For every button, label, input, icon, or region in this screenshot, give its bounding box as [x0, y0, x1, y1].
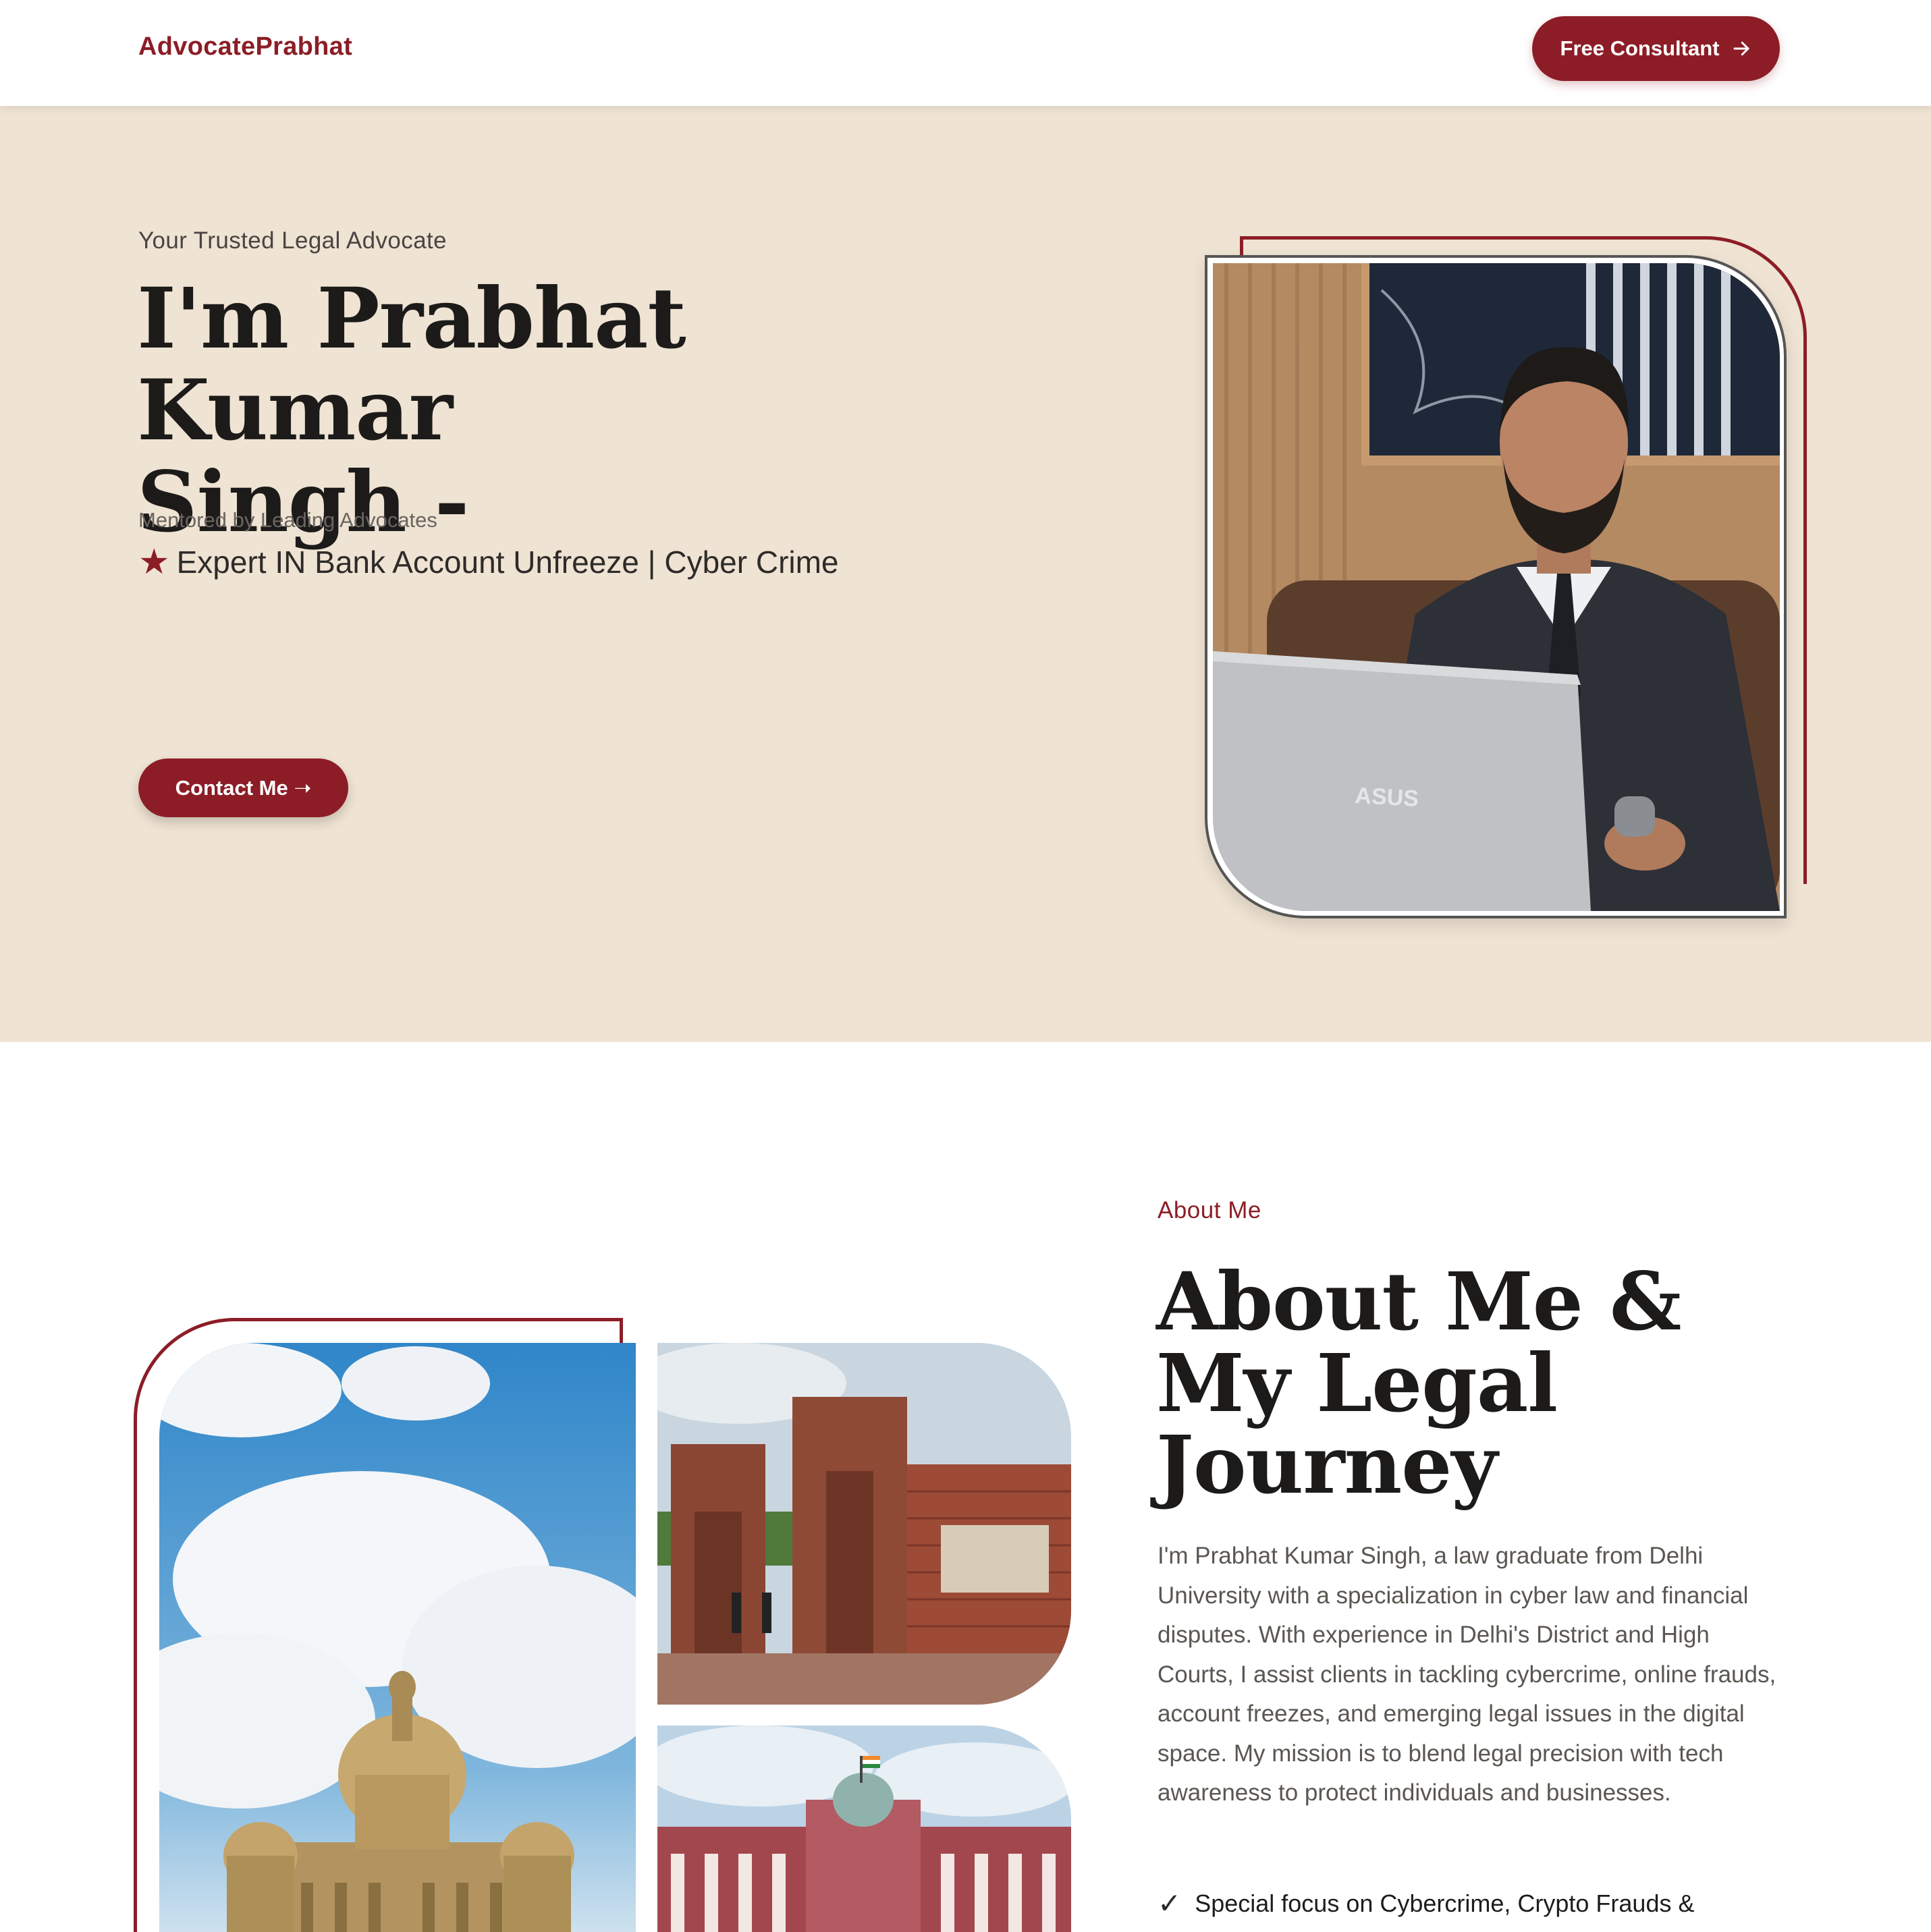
- court-building-photo: [657, 1726, 1071, 1932]
- about-feature-text: Special focus on Cybercrime, Crypto Frau…: [1195, 1889, 1695, 1917]
- about-eyebrow: About Me: [1158, 1197, 1261, 1223]
- arrow-right-icon: [1733, 41, 1749, 56]
- about-description: I'm Prabhat Kumar Singh, a law graduate …: [1158, 1543, 1776, 1806]
- hero-eyebrow: Your Trusted Legal Advocate: [138, 227, 447, 254]
- hero-title-line2: Singh -: [137, 453, 469, 551]
- hero-title: I'm Prabhat Kumar Singh -: [137, 273, 1014, 549]
- site-logo[interactable]: AdvocatePrabhat: [138, 32, 352, 61]
- legislature-building-photo: [159, 1343, 636, 1932]
- site-header: AdvocatePrabhat Free Consultant: [0, 0, 1931, 106]
- expertise-text: Expert IN Bank Account Unfreeze | Cyber …: [176, 545, 839, 580]
- about-title: About Me & My Legal Journey: [1156, 1261, 1764, 1506]
- contact-me-button[interactable]: Contact Me ➝: [138, 758, 348, 817]
- about-title-line2: My Legal: [1156, 1336, 1558, 1430]
- about-feature-item: ✓ Special focus on Cybercrime, Crypto Fr…: [1158, 1889, 1695, 1918]
- star-icon: ★: [138, 543, 170, 582]
- svg-text:ASUS: ASUS: [1355, 783, 1419, 812]
- checkmark-icon: ✓: [1158, 1887, 1182, 1919]
- mentored-text: Mentored by Leading Advocates: [138, 508, 437, 532]
- free-consultant-label: Free Consultant: [1560, 36, 1720, 60]
- about-title-line1: About Me &: [1156, 1254, 1681, 1348]
- expertise-line: ★ Expert IN Bank Account Unfreeze | Cybe…: [138, 544, 839, 580]
- hero-title-line1: I'm Prabhat Kumar: [137, 270, 686, 460]
- free-consultant-button[interactable]: Free Consultant: [1532, 16, 1780, 81]
- about-title-line3: Journey: [1156, 1418, 1498, 1512]
- advocate-portrait-photo: ASUS: [1213, 263, 1780, 911]
- university-gate-photo: [657, 1343, 1071, 1705]
